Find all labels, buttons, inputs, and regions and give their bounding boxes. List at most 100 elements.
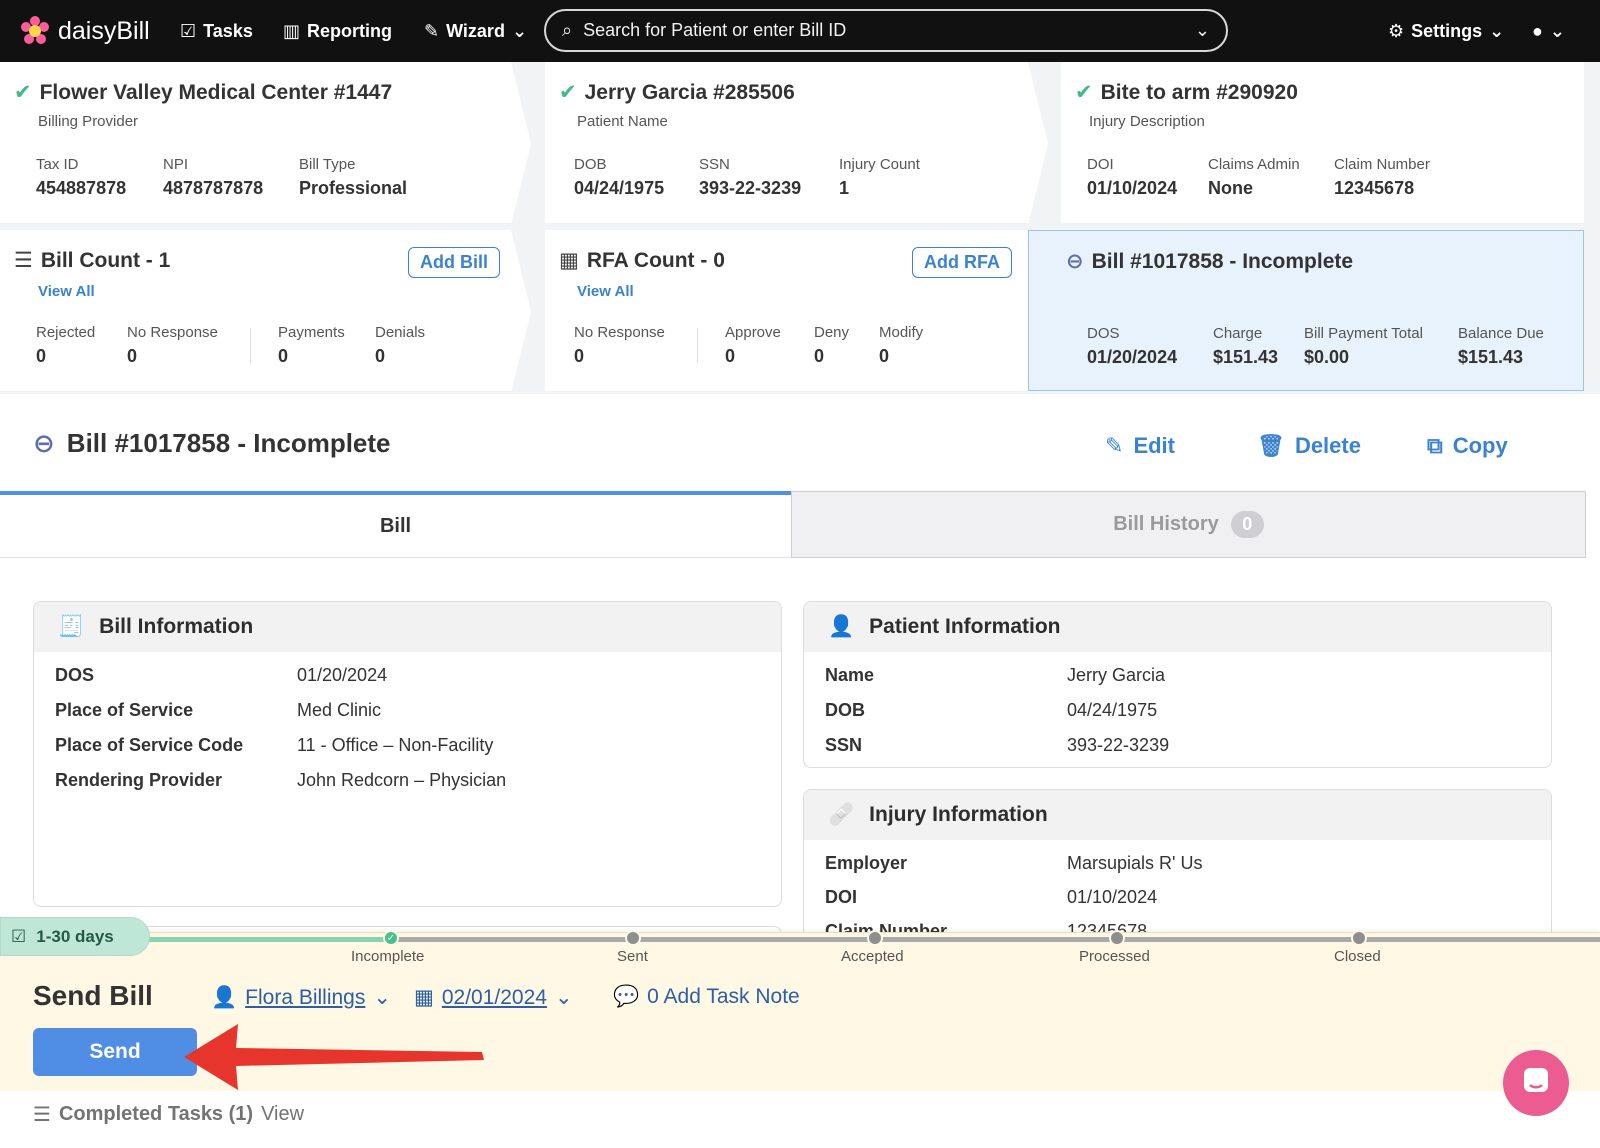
injury-title: Bite to arm #290920	[1100, 80, 1298, 104]
ssn-label: SSN	[699, 156, 730, 173]
delete-button[interactable]: 🗑 Delete	[1257, 433, 1361, 459]
add-rfa-button[interactable]: Add RFA	[912, 247, 1012, 278]
top-navigation: daisyBill ☑ Tasks ▥ Reporting ✎ Wizard ⌄ ⌕ Se…	[0, 0, 1600, 62]
add-bill-button[interactable]: Add Bill	[408, 247, 500, 278]
list-icon: ☰	[33, 1104, 51, 1126]
bill-info-label: Place of Service Code	[55, 735, 244, 755]
injury-card: ✔ Bite to arm #290920 Injury Description …	[1061, 62, 1584, 223]
chat-button[interactable]	[1503, 1050, 1569, 1116]
add-task-note-link[interactable]: 💬 0 Add Task Note	[613, 985, 800, 1009]
tab-bill[interactable]: Bill	[0, 491, 791, 558]
chevron-down-icon: ⌄	[1549, 20, 1565, 41]
doi-value: 01/10/2024	[1087, 178, 1178, 198]
provider-card: ✔ Flower Valley Medical Center #1447 Bill…	[0, 62, 535, 223]
send-button[interactable]: Send	[33, 1028, 197, 1076]
status-processed: Processed	[1079, 948, 1150, 965]
dos-label: DOS	[1087, 325, 1120, 342]
page-title: ⊖ Bill #1017858 - Incomplete	[33, 428, 391, 459]
patient-info-label: DOB	[825, 700, 865, 720]
balance-due-value: $151.43	[1458, 347, 1524, 367]
minus-circle-icon: ⊖	[1066, 250, 1084, 273]
user-icon: 👤	[211, 985, 238, 1009]
ssn-value: 393-22-3239	[699, 178, 802, 198]
bill-payment-total-value: $0.00	[1304, 347, 1350, 367]
check-circle-icon: ✔	[559, 81, 577, 104]
bill-view-all-link[interactable]: View All	[38, 283, 95, 300]
charge-label: Charge	[1213, 325, 1263, 342]
bill-type-value: Professional	[299, 178, 408, 198]
deny-value: 0	[814, 346, 825, 366]
wizard-dropdown[interactable]: ✎ Wizard ⌄	[424, 18, 527, 44]
user-menu[interactable]: ● ⌄	[1532, 18, 1565, 44]
status-dot-sent	[625, 930, 641, 946]
assignee-label: Flora Billings	[245, 985, 366, 1009]
bill-info-label: DOS	[55, 665, 95, 685]
divider	[250, 328, 251, 363]
tab-bill-label: Bill	[379, 514, 412, 537]
reporting-link[interactable]: ▥ Reporting	[283, 18, 392, 44]
approve-label: Approve	[725, 324, 781, 341]
user-circle-icon: ●	[1532, 20, 1543, 41]
status-accepted: Accepted	[841, 948, 904, 965]
status-incomplete: Incomplete	[351, 948, 425, 965]
search-chevron-down-icon[interactable]: ⌄	[1195, 20, 1210, 41]
rfa-view-all-link[interactable]: View All	[577, 283, 634, 300]
status-sent: Sent	[617, 948, 648, 965]
patient-card: ✔ Jerry Garcia #285506 Patient Name DOB 04…	[545, 62, 1050, 223]
page-title-text: Bill #1017858 - Incomplete	[66, 428, 391, 458]
bill-information-heading: Bill Information	[99, 615, 254, 638]
status-track-progress	[139, 937, 391, 942]
edit-button[interactable]: ✎ Edit	[1105, 433, 1175, 459]
reporting-label: Reporting	[307, 20, 393, 41]
due-date-dropdown[interactable]: ▦ 02/01/2024 ⌄	[414, 985, 573, 1010]
bar-chart-icon: ▥	[283, 20, 301, 41]
list-icon: ☰	[14, 249, 33, 272]
dob-value: 04/24/1975	[574, 178, 665, 198]
check-circle-icon: ✔	[1075, 81, 1093, 104]
bill-payment-total-label: Bill Payment Total	[1304, 325, 1423, 342]
injury-info-label: DOI	[825, 887, 858, 907]
search-icon: ⌕	[562, 20, 573, 40]
bill-info-label: Place of Service	[55, 700, 194, 720]
settings-dropdown[interactable]: ⚙ Settings ⌄	[1388, 18, 1504, 44]
edit-label: Edit	[1133, 433, 1175, 458]
completed-tasks-label: Completed Tasks (1)	[58, 1103, 254, 1125]
tasks-link[interactable]: ☑ Tasks	[180, 18, 253, 44]
completed-view-link[interactable]: View	[261, 1103, 304, 1126]
search-placeholder: Search for Patient or enter Bill ID	[583, 20, 847, 40]
chevron-down-icon: ⌄	[373, 986, 391, 1009]
npi-label: NPI	[163, 156, 189, 173]
divider	[697, 328, 698, 363]
provider-title: Flower Valley Medical Center #1447	[39, 80, 393, 104]
wizard-label: Wizard	[446, 20, 505, 41]
bill-tabs: Bill Bill History 0	[0, 491, 1600, 558]
task-note-label: 0 Add Task Note	[647, 985, 800, 1008]
tab-bill-history-label: Bill History	[1113, 513, 1219, 535]
copy-button[interactable]: ⧉ Copy	[1427, 433, 1508, 459]
check-circle-icon: ✔	[14, 81, 32, 104]
dos-value: 01/20/2024	[1087, 347, 1178, 367]
patient-info-value: 393-22-3239	[1067, 735, 1170, 755]
patient-information-heading: Patient Information	[869, 615, 1061, 638]
rfa-no-response-label: No Response	[574, 324, 665, 341]
days-badge: ☑ 1-30 days	[0, 917, 150, 956]
brand[interactable]: daisyBill	[20, 14, 150, 48]
wand-icon: ✎	[424, 20, 440, 41]
bill-no-response-label: No Response	[127, 324, 218, 341]
denials-value: 0	[375, 346, 386, 366]
tab-bill-history[interactable]: Bill History 0	[791, 491, 1586, 558]
bill-count-card: ☰ Bill Count - 1 View All Add Bill Reject…	[0, 230, 535, 391]
injury-count-label: Injury Count	[839, 156, 920, 173]
annotation-arrow	[184, 1024, 484, 1090]
bill-no-response-value: 0	[127, 346, 138, 366]
search-box[interactable]: ⌕ Search for Patient or enter Bill ID ⌄	[544, 9, 1228, 52]
chevron-down-icon: ⌄	[1489, 20, 1505, 41]
current-bill-card[interactable]: ⊖ Bill #1017858 - Incomplete DOS 01/20/202…	[1028, 230, 1584, 391]
completed-tasks[interactable]: ☰ Completed Tasks (1) View	[33, 1102, 304, 1127]
payments-value: 0	[278, 346, 289, 366]
assignee-dropdown[interactable]: 👤 Flora Billings ⌄	[211, 985, 391, 1010]
approve-value: 0	[725, 346, 736, 366]
settings-label: Settings	[1411, 20, 1483, 41]
patient-subtitle: Patient Name	[577, 113, 668, 130]
bill-info-value: John Redcorn – Physician	[297, 770, 507, 790]
